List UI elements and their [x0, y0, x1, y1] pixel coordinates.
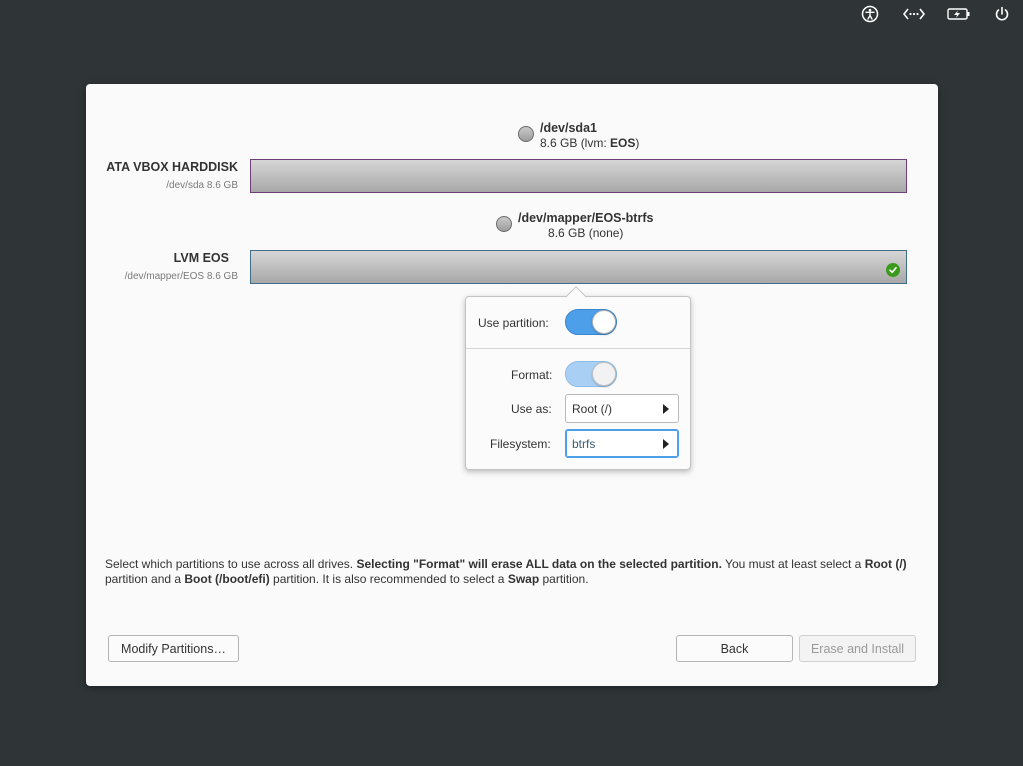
drive-name: ATA VBOX HARDDISK	[106, 160, 238, 174]
accessibility-icon[interactable]	[860, 5, 880, 23]
popover-divider	[466, 348, 690, 349]
switch-knob	[592, 310, 616, 334]
format-switch[interactable]	[565, 361, 617, 387]
modify-partitions-button[interactable]: Modify Partitions…	[108, 635, 239, 662]
drive-path-size: /dev/mapper/EOS 8.6 GB	[124, 271, 238, 282]
filesystem-dropdown[interactable]: btrfs	[565, 429, 679, 458]
drive-label-lvm: LVM EOS /dev/mapper/EOS 8.6 GB	[69, 251, 238, 282]
use-partition-switch[interactable]	[565, 309, 617, 335]
partition-size: 8.6 GB (lvm: EOS)	[540, 136, 640, 150]
partition-path: /dev/mapper/EOS-btrfs	[518, 211, 654, 225]
filesystem-label: Filesystem:	[490, 437, 551, 451]
use-as-value: Root (/)	[572, 401, 613, 416]
menu-arrow-icon	[663, 404, 669, 414]
power-icon[interactable]	[992, 5, 1012, 23]
format-label: Format:	[511, 368, 553, 382]
switch-knob	[592, 362, 616, 386]
checkmark-icon	[886, 263, 900, 277]
battery-charging-icon[interactable]	[947, 5, 971, 23]
use-as-label: Use as:	[511, 402, 552, 416]
filesystem-value: btrfs	[572, 436, 596, 451]
partition-radio[interactable]	[518, 126, 534, 142]
use-partition-label: Use partition:	[478, 316, 549, 330]
partition-bar-eos-btrfs[interactable]	[250, 250, 907, 284]
partition-path: /dev/sda1	[540, 121, 597, 135]
back-button[interactable]: Back	[676, 635, 793, 662]
erase-and-install-button[interactable]: Erase and Install	[799, 635, 916, 662]
partition-size: 8.6 GB (none)	[548, 226, 624, 240]
partition-eos-btrfs-info[interactable]: /dev/mapper/EOS-btrfs 8.6 GB (none)	[496, 211, 653, 241]
menu-arrow-icon	[663, 439, 669, 449]
drive-path-size: /dev/sda 8.6 GB	[166, 180, 238, 191]
partition-radio[interactable]	[496, 216, 512, 232]
drive-label-sda: ATA VBOX HARDDISK /dev/sda 8.6 GB	[78, 160, 238, 191]
network-icon[interactable]	[903, 5, 925, 23]
use-as-dropdown[interactable]: Root (/)	[565, 394, 679, 423]
partition-bar-sda1[interactable]	[250, 159, 907, 193]
drive-name: LVM EOS	[173, 251, 229, 265]
partition-sda1-info[interactable]: /dev/sda1 8.6 GB (lvm: EOS)	[518, 121, 639, 151]
partition-settings-popover: Use partition: Format: Use as: Root (/) …	[465, 286, 691, 470]
partition-instructions: Select which partitions to use across al…	[105, 557, 907, 586]
